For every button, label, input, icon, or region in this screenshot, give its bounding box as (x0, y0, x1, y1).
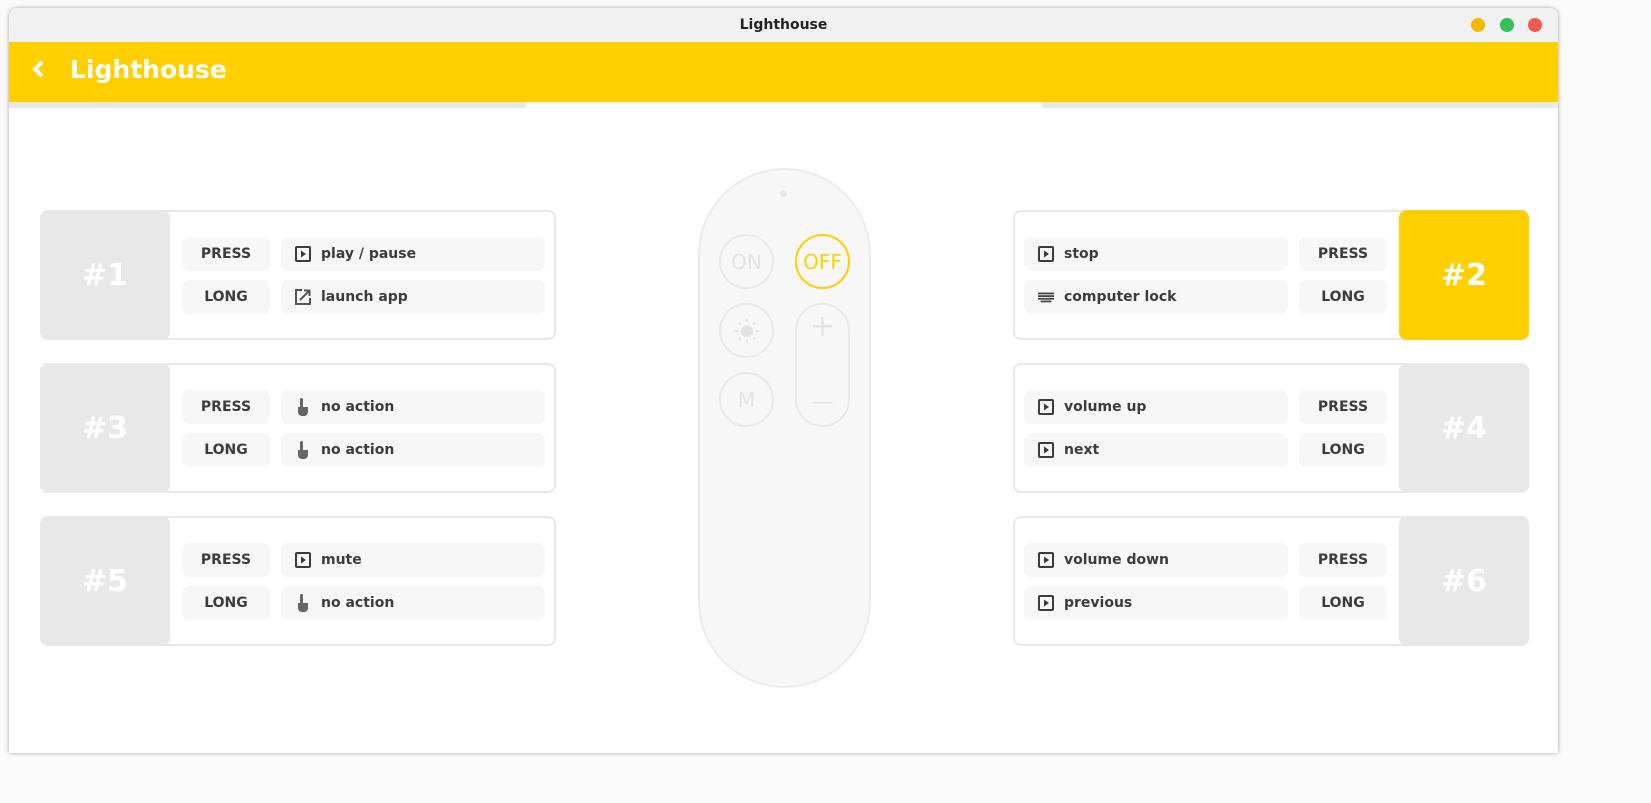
media-icon (295, 246, 311, 262)
action-label: next (1064, 442, 1100, 458)
action-selector[interactable]: no action (281, 390, 545, 424)
volume-rocker: + — (795, 303, 850, 427)
window-title: Lighthouse (739, 17, 828, 33)
action-selector[interactable]: play / pause (281, 237, 545, 271)
maximize-button[interactable] (1500, 18, 1514, 32)
action-selector[interactable]: computer lock (1024, 280, 1288, 314)
tab-left[interactable] (9, 102, 526, 108)
close-button[interactable] (1528, 18, 1542, 32)
tab-right[interactable] (1042, 102, 1558, 108)
on-button[interactable]: ON (719, 234, 774, 289)
button-number[interactable]: #6 (1399, 516, 1529, 646)
trigger-label-press: PRESS (1299, 543, 1387, 577)
trigger-label-press: PRESS (182, 543, 270, 577)
media-icon (295, 552, 311, 568)
trigger-label-long: LONG (182, 586, 270, 620)
action-selector[interactable]: volume up (1024, 390, 1288, 424)
minimize-button[interactable] (1471, 18, 1485, 32)
button-number[interactable]: #2 (1399, 210, 1529, 340)
off-button[interactable]: OFF (795, 234, 850, 289)
app-header: Lighthouse (9, 42, 1558, 102)
trigger-label-press: PRESS (1299, 237, 1387, 271)
hand-icon (295, 594, 311, 612)
trigger-label-long: LONG (1299, 280, 1387, 314)
action-selector[interactable]: launch app (281, 280, 545, 314)
action-label: computer lock (1064, 289, 1177, 305)
back-button[interactable] (31, 56, 45, 86)
action-label: volume up (1064, 399, 1147, 415)
media-icon (1038, 442, 1054, 458)
media-icon (1038, 246, 1054, 262)
title-bar: Lighthouse (9, 8, 1558, 42)
action-selector[interactable]: next (1024, 433, 1288, 467)
trigger-label-long: LONG (1299, 586, 1387, 620)
action-label: play / pause (321, 246, 417, 262)
led-indicator (780, 190, 787, 197)
off-label: OFF (803, 249, 842, 274)
sun-icon (734, 318, 759, 343)
action-selector[interactable]: volume down (1024, 543, 1288, 577)
mode-label: M (737, 387, 756, 412)
action-label: mute (321, 552, 362, 568)
on-label: ON (731, 249, 762, 274)
plus-button[interactable]: + (797, 309, 848, 344)
minus-button[interactable]: — (797, 390, 848, 415)
button-card: #2 PRESS stop LONG computer lock (1013, 210, 1529, 340)
action-label: stop (1064, 246, 1099, 262)
action-selector[interactable]: previous (1024, 586, 1288, 620)
brightness-button[interactable] (719, 303, 774, 358)
button-card: #6 PRESS volume down LONG previous (1013, 516, 1529, 646)
button-number[interactable]: #4 (1399, 363, 1529, 493)
trigger-label-long: LONG (182, 280, 270, 314)
button-card: #5 PRESS mute LONG no action (40, 516, 556, 646)
button-card: #3 PRESS no action LONG no action (40, 363, 556, 493)
trigger-label-long: LONG (182, 433, 270, 467)
button-number[interactable]: #3 (40, 363, 170, 493)
button-card: #4 PRESS volume up LONG next (1013, 363, 1529, 493)
hand-icon (295, 398, 311, 416)
mode-button[interactable]: M (719, 372, 774, 427)
app-window: Lighthouse Lighthouse #1 PRESS play / paus… (9, 8, 1558, 753)
button-number[interactable]: #5 (40, 516, 170, 646)
action-selector[interactable]: no action (281, 586, 545, 620)
action-selector[interactable]: stop (1024, 237, 1288, 271)
trigger-label-press: PRESS (182, 390, 270, 424)
page-title: Lighthouse (70, 55, 227, 84)
action-label: previous (1064, 595, 1133, 611)
launch-icon (295, 289, 311, 305)
button-number[interactable]: #1 (40, 210, 170, 340)
trigger-label-press: PRESS (182, 237, 270, 271)
action-label: launch app (321, 289, 408, 305)
remote-control: ON OFF M + — (698, 168, 871, 688)
media-icon (1038, 595, 1054, 611)
hand-icon (295, 441, 311, 459)
keyboard-icon (1038, 289, 1054, 305)
action-label: no action (321, 399, 395, 415)
action-label: no action (321, 595, 395, 611)
media-icon (1038, 552, 1054, 568)
action-label: no action (321, 442, 395, 458)
trigger-label-press: PRESS (1299, 390, 1387, 424)
action-label: volume down (1064, 552, 1170, 568)
chevron-left-icon (32, 60, 44, 78)
button-card: #1 PRESS play / pause LONG launch app (40, 210, 556, 340)
action-selector[interactable]: no action (281, 433, 545, 467)
media-icon (1038, 399, 1054, 415)
trigger-label-long: LONG (1299, 433, 1387, 467)
action-selector[interactable]: mute (281, 543, 545, 577)
